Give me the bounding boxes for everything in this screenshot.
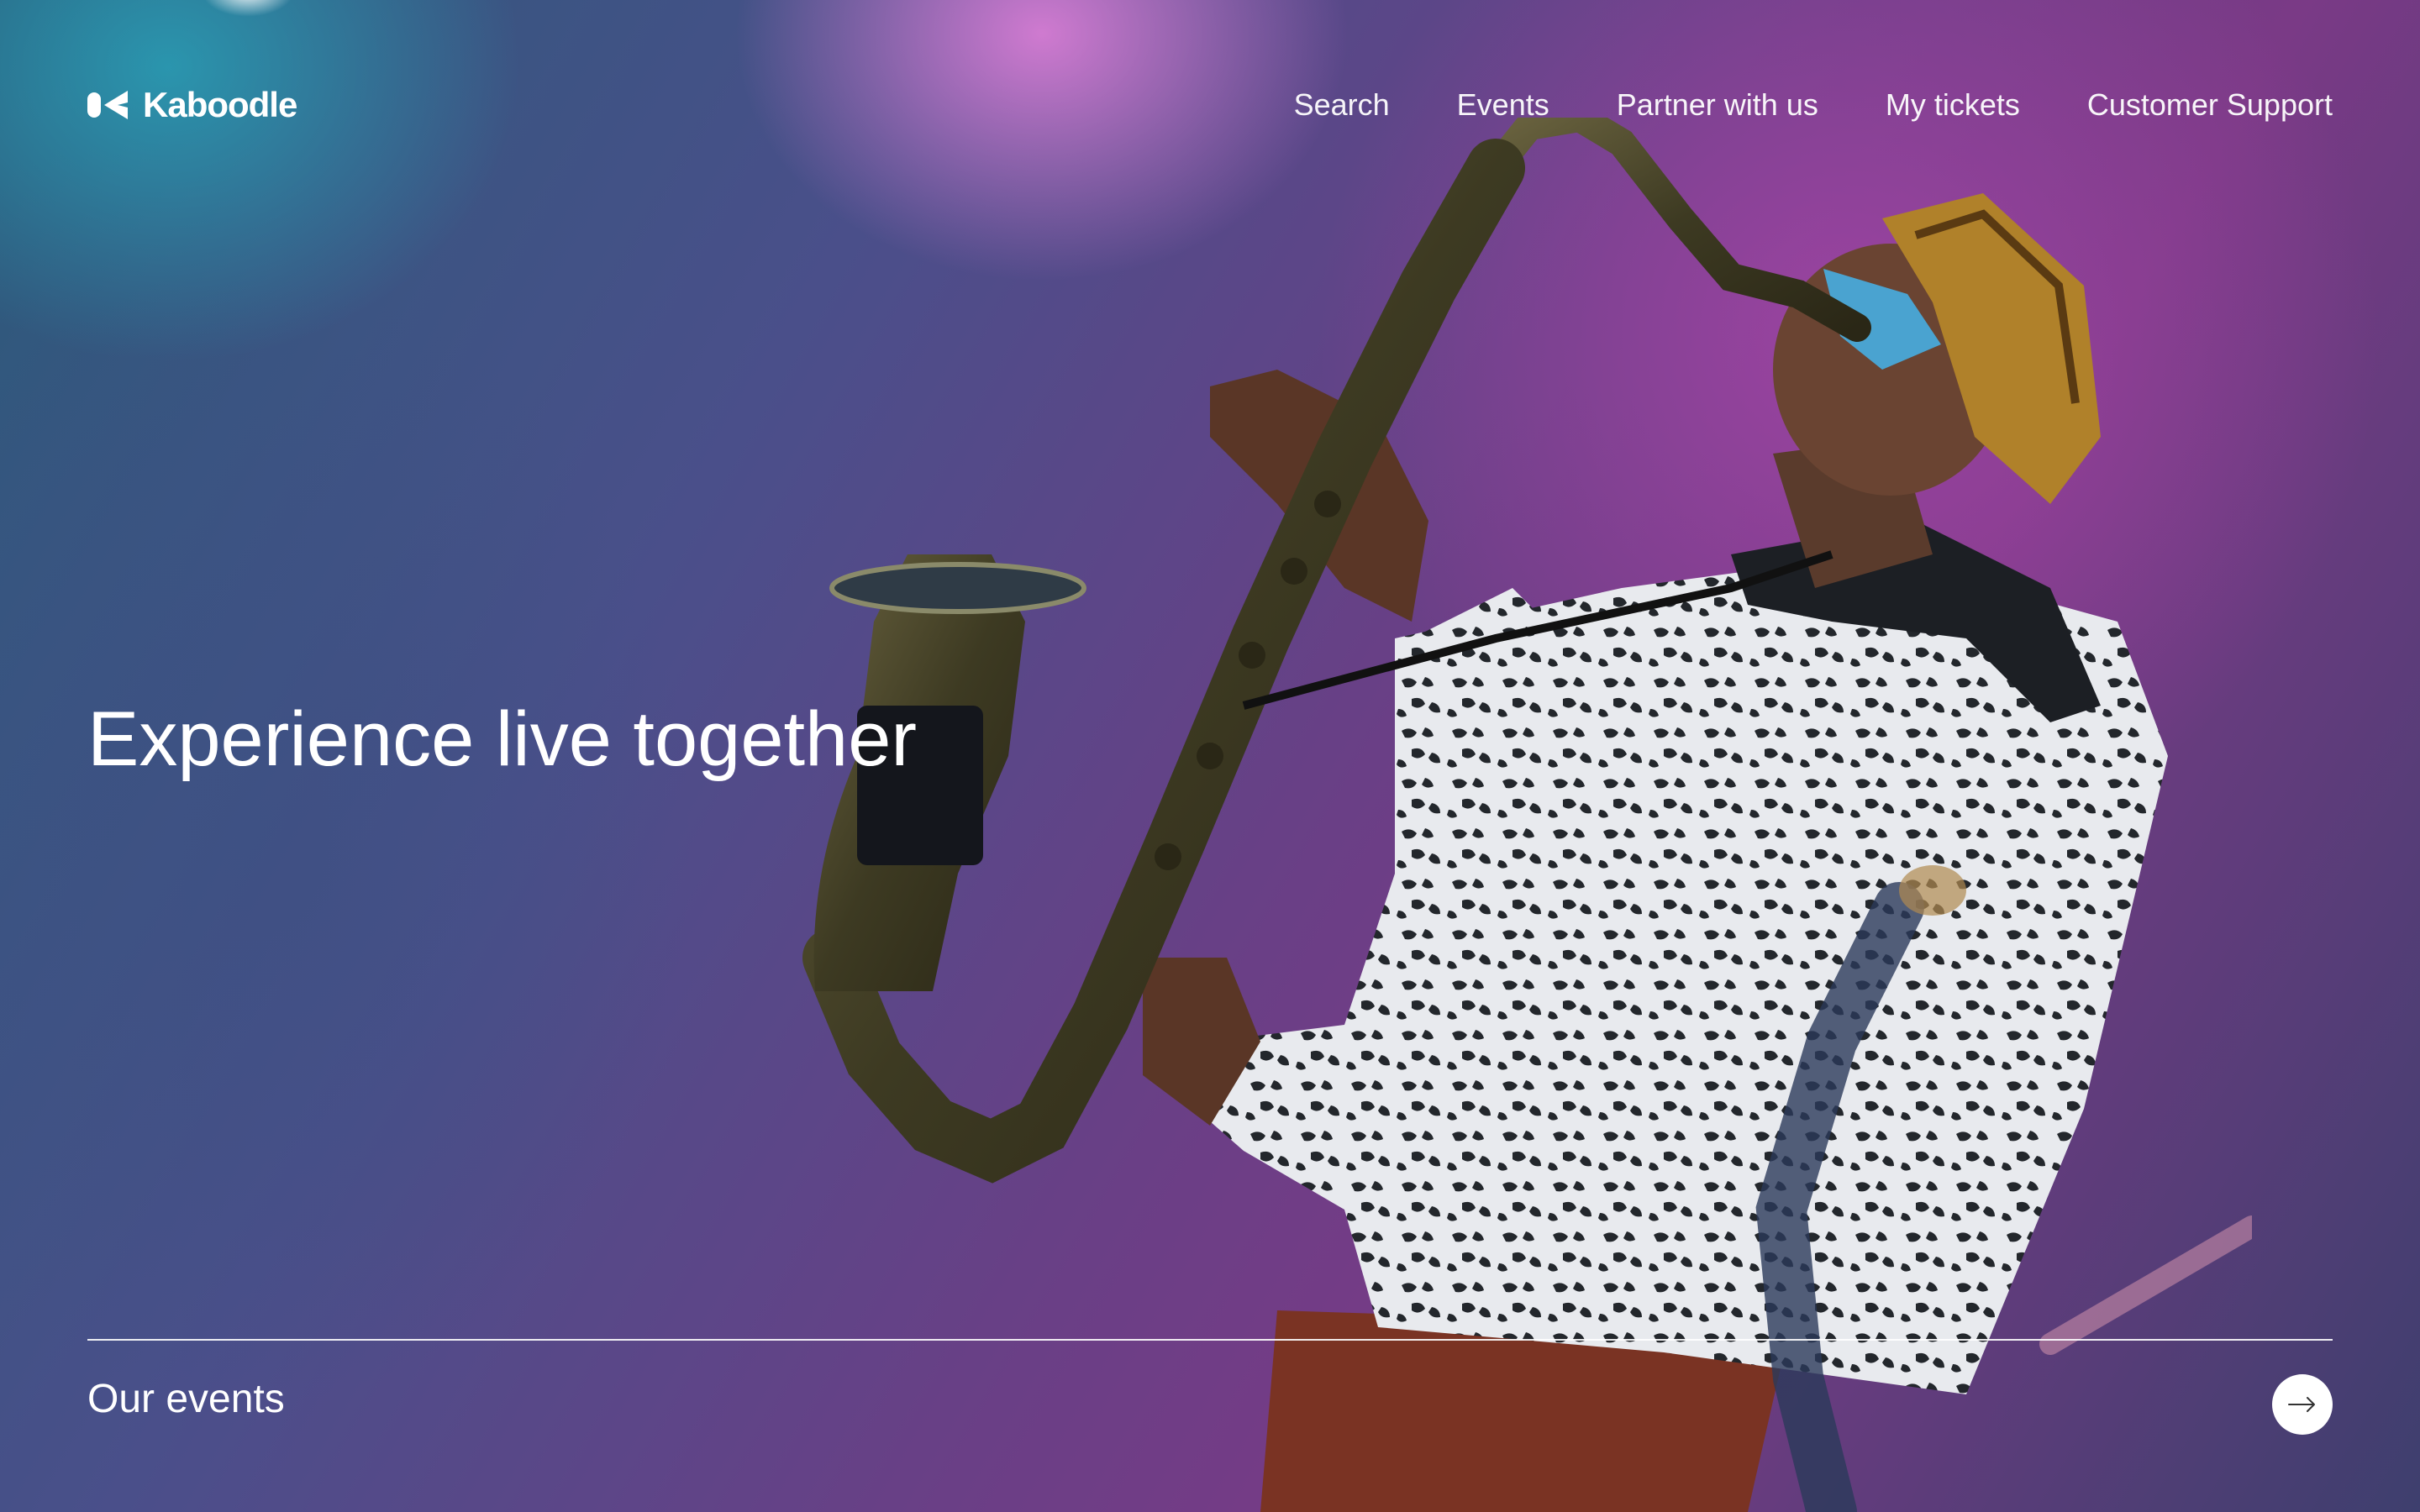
site-header: Kaboodle Search Events Partner with us M… — [87, 81, 2333, 129]
events-bar: Our events — [87, 1361, 2333, 1436]
nav-partner-with-us[interactable]: Partner with us — [1617, 87, 1818, 123]
arrow-right-icon — [2288, 1397, 2315, 1412]
hero-section: Kaboodle Search Events Partner with us M… — [0, 0, 2420, 1512]
nav-customer-support[interactable]: Customer Support — [2087, 87, 2333, 123]
our-events-arrow-button[interactable] — [2272, 1374, 2333, 1435]
nav-my-tickets[interactable]: My tickets — [1886, 87, 2020, 123]
kaboodle-logo-icon — [87, 91, 128, 119]
brand-name: Kaboodle — [143, 85, 297, 124]
section-divider — [87, 1339, 2333, 1341]
hero-headline: Experience live together — [87, 696, 918, 782]
saxophone-player-photo — [802, 118, 2252, 1512]
brand-logo[interactable]: Kaboodle — [87, 85, 297, 125]
nav-search[interactable]: Search — [1294, 87, 1390, 123]
main-nav: Search Events Partner with us My tickets… — [1294, 87, 2333, 123]
stage-light — [202, 0, 294, 17]
our-events-link[interactable]: Our events — [87, 1376, 285, 1422]
nav-events[interactable]: Events — [1457, 87, 1549, 123]
